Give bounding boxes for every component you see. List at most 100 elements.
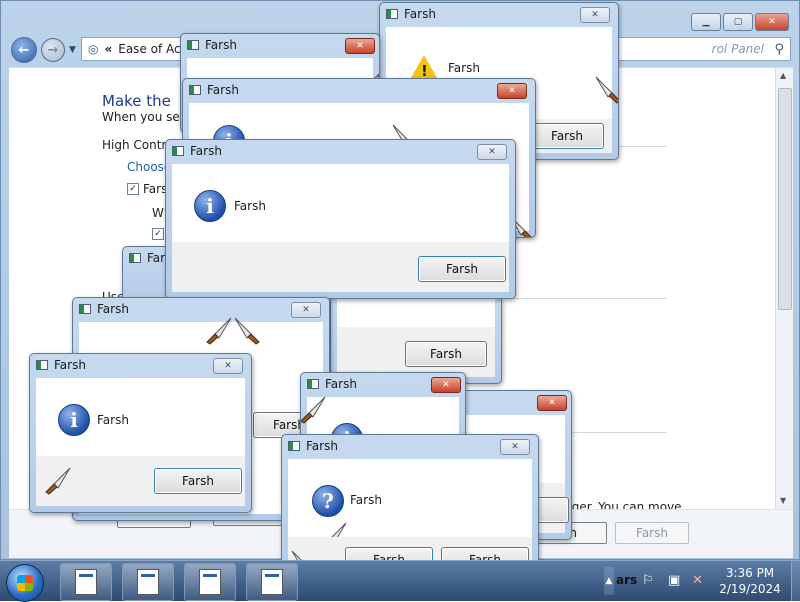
disabled-button[interactable]: Farsh [615, 522, 689, 544]
app-icon [307, 379, 319, 389]
scroll-up-icon[interactable]: ▲ [780, 71, 786, 80]
section-divider [569, 432, 667, 433]
app-icon [386, 9, 398, 19]
dialog-message: Farsh [234, 199, 266, 213]
recent-pages-chevron-icon[interactable]: ▼ [69, 45, 76, 55]
dialog-titlebar: Farsh ✕ [380, 3, 618, 27]
page-description: When you sele [102, 110, 191, 124]
action-center-flag-icon[interactable]: ⚐ [642, 573, 654, 588]
close-button[interactable]: ✕ [497, 83, 527, 99]
dialog-title: Farsh [207, 83, 239, 97]
knife-icon [234, 317, 260, 345]
close-button[interactable]: ✕ [291, 302, 321, 318]
message-dialog-main: Farsh ✕ i Farsh Farsh [165, 139, 516, 299]
message-dialog-left: Farsh ✕ i Farsh Farsh [29, 353, 252, 513]
dialog-titlebar: Farsh ✕ [183, 79, 535, 103]
volume-muted-icon[interactable]: ✕ [692, 573, 703, 588]
application-window-icon [137, 569, 159, 595]
dialog-title: Farsh [306, 439, 338, 453]
vertical-scrollbar[interactable]: ▲ ▼ [775, 68, 793, 510]
dialog-title: Farsh [205, 38, 237, 52]
breadcrumb-overflow-icon[interactable]: « [104, 42, 112, 56]
scrollbar-thumb[interactable] [778, 88, 792, 310]
dialog-message: Farsh [448, 61, 480, 75]
dialog-body: i Farsh Farsh [172, 164, 509, 292]
application-window-icon [199, 569, 221, 595]
control-panel-icon: ◎ [88, 42, 99, 56]
close-button[interactable]: ✕ [580, 7, 610, 23]
dialog-title: Farsh [97, 302, 129, 316]
close-button[interactable]: ✕ [477, 144, 507, 160]
network-icon[interactable]: ▣ [668, 573, 680, 588]
question-icon: ? [312, 485, 344, 517]
windows-logo-icon [17, 575, 33, 591]
dialog-ok-button[interactable]: Farsh [530, 123, 604, 149]
message-dialog: Farsh [330, 296, 502, 384]
dialog-ok-button[interactable]: Farsh [154, 468, 242, 494]
dialog-ok-button[interactable]: Farsh [418, 256, 506, 282]
back-button[interactable]: ← [11, 37, 37, 63]
minimize-button[interactable]: ▁ [691, 13, 721, 31]
show-hidden-icons-button[interactable]: ▲ [604, 567, 614, 595]
high-contrast-heading: High Contra [102, 138, 174, 152]
maximize-button[interactable]: ▢ [723, 13, 753, 31]
taskbar-item-app-3[interactable] [184, 563, 236, 601]
option-checkbox-2[interactable]: ✓ [152, 228, 164, 240]
app-icon [172, 146, 184, 156]
information-icon: i [194, 190, 226, 222]
knife-icon [45, 467, 71, 495]
close-button[interactable]: ✕ [500, 439, 530, 455]
dialog-title: Farsh [190, 144, 222, 158]
taskbar-item-control-panel[interactable] [246, 563, 298, 601]
search-input[interactable]: rol Panel [712, 42, 764, 56]
close-button[interactable]: ✕ [213, 358, 243, 374]
close-button[interactable]: ✕ [431, 377, 461, 393]
taskbar-item-app-1[interactable] [60, 563, 112, 601]
app-icon [187, 40, 199, 50]
app-icon [129, 253, 141, 263]
close-button[interactable]: ✕ [345, 38, 375, 54]
breadcrumb-ease-of-access[interactable]: Ease of Acc [118, 42, 187, 56]
show-desktop-button[interactable] [791, 561, 800, 601]
dialog-title: Farsh [54, 358, 86, 372]
tray-text: ars [616, 573, 638, 587]
dialog-title: Farsh [404, 7, 436, 21]
taskbar: ▲ ars ⚐ ▣ ✕ 3:36 PM 2/19/2024 [0, 560, 800, 602]
window-controls: ▁ ▢ ✕ [691, 13, 789, 31]
section-divider [501, 298, 667, 299]
dialog-titlebar: Farsh ✕ [181, 34, 379, 58]
taskbar-item-app-2[interactable] [122, 563, 174, 601]
search-icon[interactable]: ⚲ [774, 42, 784, 57]
app-icon [288, 441, 300, 451]
dialog-ok-button[interactable]: Farsh [405, 341, 487, 367]
dialog-body: i Farsh Farsh [36, 378, 245, 506]
checkbox-checked-icon[interactable]: ✓ [152, 228, 164, 240]
close-button[interactable]: ✕ [755, 13, 789, 31]
dialog-footer: Farsh [337, 327, 495, 377]
close-button[interactable]: ✕ [537, 395, 567, 411]
dialog-titlebar: Farsh ✕ [73, 298, 329, 322]
information-icon: i [58, 404, 90, 436]
dialog-titlebar: Farsh ✕ [166, 140, 515, 164]
start-button[interactable] [6, 564, 44, 602]
dialog-message: Farsh [97, 413, 129, 427]
application-window-icon [75, 569, 97, 595]
app-icon [36, 360, 48, 370]
scroll-down-icon[interactable]: ▼ [780, 496, 786, 505]
control-panel-icon [261, 569, 283, 595]
app-icon [189, 85, 201, 95]
dialog-message: Farsh [350, 493, 382, 507]
knife-icon [595, 76, 618, 104]
checkbox-checked-icon[interactable]: ✓ [127, 183, 139, 195]
knife-icon [301, 396, 326, 424]
forward-button[interactable]: → [41, 38, 65, 62]
dialog-title: Farsh [325, 377, 357, 391]
page-title: Make the [102, 92, 171, 110]
dialog-titlebar: Farsh ✕ [30, 354, 251, 378]
dialog-body: Farsh [337, 297, 495, 377]
app-icon [79, 304, 91, 314]
navigation-buttons: ← → ▼ [11, 37, 76, 63]
dialog-titlebar: Farsh ✕ [282, 435, 538, 459]
system-clock[interactable]: 3:36 PM 2/19/2024 [708, 565, 792, 597]
dialog-footer: Farsh [172, 242, 509, 292]
